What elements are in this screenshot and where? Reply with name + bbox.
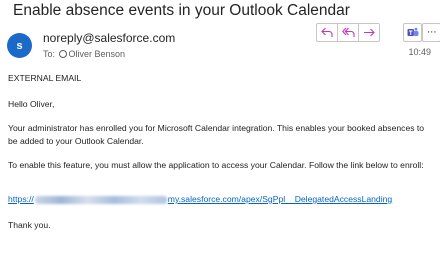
body-paragraph-enrolled: Your administrator has enrolled you for …: [8, 123, 425, 146]
body-paragraph-enable: To enable this feature, you must allow t…: [8, 160, 424, 170]
forward-button[interactable]: [358, 23, 380, 42]
link-prefix[interactable]: https://: [8, 194, 34, 204]
greeting: Hello Oliver,: [8, 99, 55, 109]
to-label: To:: [43, 49, 56, 59]
reply-button[interactable]: [316, 23, 337, 42]
external-email-banner: EXTERNAL EMAIL: [8, 73, 82, 83]
email-subject: Enable absence events in your Outlook Ca…: [13, 2, 350, 19]
forward-icon: [364, 28, 375, 37]
teams-icon: [407, 27, 418, 36]
reply-all-button[interactable]: [337, 23, 358, 42]
sender-avatar[interactable]: s: [7, 33, 32, 58]
recipient-line: To: Oliver Benson: [43, 49, 125, 59]
presence-icon: [58, 50, 67, 59]
delegated-access-link[interactable]: https:// my.salesforce.com/apex/SgPpl__De…: [8, 193, 392, 206]
sender-address[interactable]: noreply@salesforce.com: [43, 31, 175, 45]
message-body: EXTERNAL EMAIL Hello Oliver, Your admini…: [8, 72, 432, 230]
message-actions: [316, 23, 380, 42]
teams-button[interactable]: [403, 23, 422, 42]
more-actions-button[interactable]: ···: [422, 23, 440, 42]
reply-all-icon: [341, 27, 355, 37]
reply-icon: [321, 27, 333, 37]
link-suffix[interactable]: my.salesforce.com/apex/SgPpl__DelegatedA…: [168, 194, 392, 204]
redacted-link-segment: [34, 195, 167, 204]
message-time: 10:49: [408, 47, 431, 57]
avatar-initial: s: [16, 39, 23, 52]
recipient-name[interactable]: Oliver Benson: [69, 49, 126, 59]
closing: Thank you.: [8, 220, 51, 230]
